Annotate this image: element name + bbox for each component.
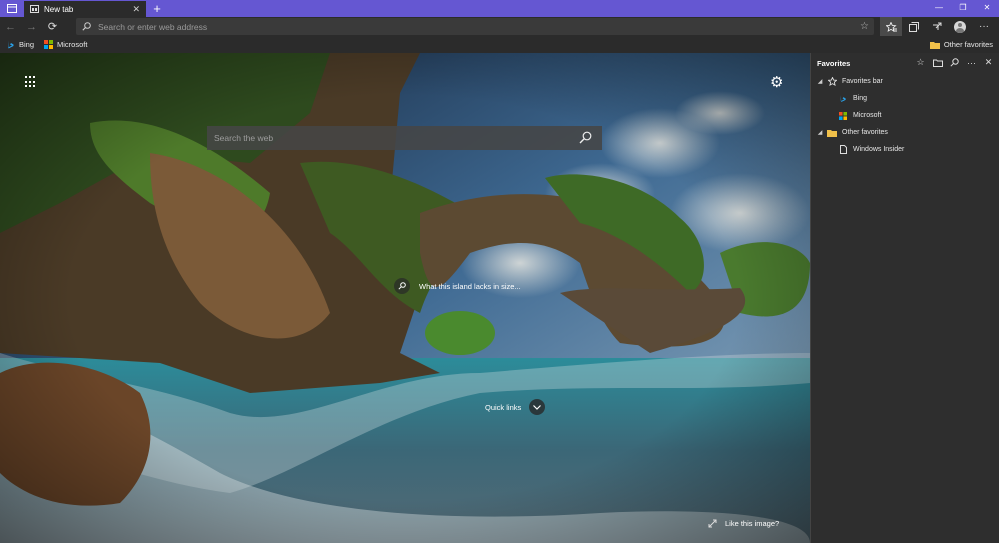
tree-item-label: Other favorites <box>842 129 888 136</box>
microsoft-icon <box>836 111 850 120</box>
favorite-microsoft[interactable]: Microsoft <box>44 40 87 49</box>
like-image-button[interactable]: Like this image? <box>708 519 779 528</box>
tree-item-label: Windows Insider <box>853 146 905 153</box>
tree-item-microsoft[interactable]: Microsoft <box>811 107 999 124</box>
caption-text: What this island lacks in size... <box>419 281 521 291</box>
newtab-page-icon <box>30 5 39 13</box>
tree-item-other-favorites[interactable]: ◢ Other favorites <box>811 124 999 141</box>
app-launcher-icon[interactable] <box>25 76 37 88</box>
forward-icon[interactable]: → <box>21 17 42 36</box>
expand-arrow-icon[interactable]: ◢ <box>815 129 825 136</box>
new-tab-page: ⚙ Search the web What this island lacks … <box>0 53 810 543</box>
close-panel-icon[interactable]: ✕ <box>982 56 995 69</box>
page-icon <box>836 145 850 154</box>
share-icon[interactable] <box>926 17 948 36</box>
favorites-tree: ◢ Favorites bar Bing Microsoft ◢ Other f… <box>811 73 999 158</box>
add-folder-icon[interactable] <box>931 56 944 69</box>
collections-icon[interactable] <box>903 17 925 36</box>
tab-close-icon[interactable]: ✕ <box>132 4 140 15</box>
microsoft-icon <box>44 40 54 49</box>
favorites-panel: Favorites ☆ ··· ✕ ◢ Favorites bar Bing M… <box>810 53 999 543</box>
image-caption[interactable]: What this island lacks in size... <box>394 278 521 294</box>
minimize-button[interactable]: — <box>927 0 951 14</box>
other-favorites-label: Other favorites <box>943 40 993 49</box>
expand-icon <box>708 519 717 528</box>
address-bar[interactable]: Search or enter web address ☆ <box>76 18 874 35</box>
caption-search-icon <box>394 278 410 294</box>
tree-item-label: Bing <box>853 95 868 102</box>
restore-button[interactable]: ❐ <box>951 0 975 14</box>
favorites-panel-tools: ☆ ··· ✕ <box>914 56 995 69</box>
new-tab-button[interactable]: + <box>146 0 168 17</box>
search-favorites-icon[interactable] <box>948 56 961 69</box>
search-icon <box>82 22 91 31</box>
tree-item-label: Favorites bar <box>842 78 883 85</box>
favorite-label: Bing <box>19 40 35 49</box>
star-icon <box>825 77 839 86</box>
quick-links-toggle[interactable]: Quick links <box>485 399 546 415</box>
add-favorite-icon[interactable]: ☆ <box>914 56 927 69</box>
close-window-button[interactable]: ✕ <box>975 0 999 14</box>
settings-gear-icon[interactable]: ⚙ <box>770 73 783 91</box>
favorite-bing[interactable]: Bing <box>6 40 34 49</box>
web-search-box[interactable]: Search the web <box>207 126 602 150</box>
tree-item-favorites-bar[interactable]: ◢ Favorites bar <box>811 73 999 90</box>
back-icon[interactable]: ← <box>0 17 21 36</box>
more-options-icon[interactable]: ··· <box>965 56 978 69</box>
folder-icon <box>825 129 839 137</box>
title-bar: New tab ✕ + — ❐ ✕ <box>0 0 999 17</box>
more-icon[interactable]: ··· <box>973 17 995 36</box>
quick-links-label: Quick links <box>485 402 522 412</box>
tree-item-bing[interactable]: Bing <box>811 90 999 107</box>
navigation-toolbar: ← → ⟳ Search or enter web address ☆ ··· <box>0 17 999 36</box>
favorites-icon[interactable] <box>880 17 902 36</box>
favorites-bar: Bing Microsoft Other favorites <box>0 36 999 53</box>
chevron-down-icon <box>529 399 546 415</box>
web-search-placeholder: Search the web <box>214 133 274 143</box>
bing-icon <box>8 40 14 49</box>
search-icon[interactable] <box>579 131 592 144</box>
window-controls: — ❐ ✕ <box>927 0 999 14</box>
other-favorites-button[interactable]: Other favorites <box>929 36 993 53</box>
refresh-icon[interactable]: ⟳ <box>42 17 63 36</box>
tree-item-windows-insider[interactable]: Windows Insider <box>811 141 999 158</box>
tab-new-tab[interactable]: New tab ✕ <box>24 1 146 17</box>
tree-item-label: Microsoft <box>853 112 882 119</box>
expand-arrow-icon[interactable]: ◢ <box>815 78 825 85</box>
tab-title: New tab <box>44 4 74 14</box>
profile-icon[interactable] <box>949 17 971 36</box>
tab-actions-icon[interactable] <box>0 0 24 17</box>
bing-icon <box>836 94 850 103</box>
address-placeholder: Search or enter web address <box>98 21 208 32</box>
favorite-label: Microsoft <box>57 40 88 49</box>
folder-icon <box>929 41 940 49</box>
like-image-label: Like this image? <box>725 519 780 528</box>
favorite-star-icon[interactable]: ☆ <box>860 21 869 32</box>
